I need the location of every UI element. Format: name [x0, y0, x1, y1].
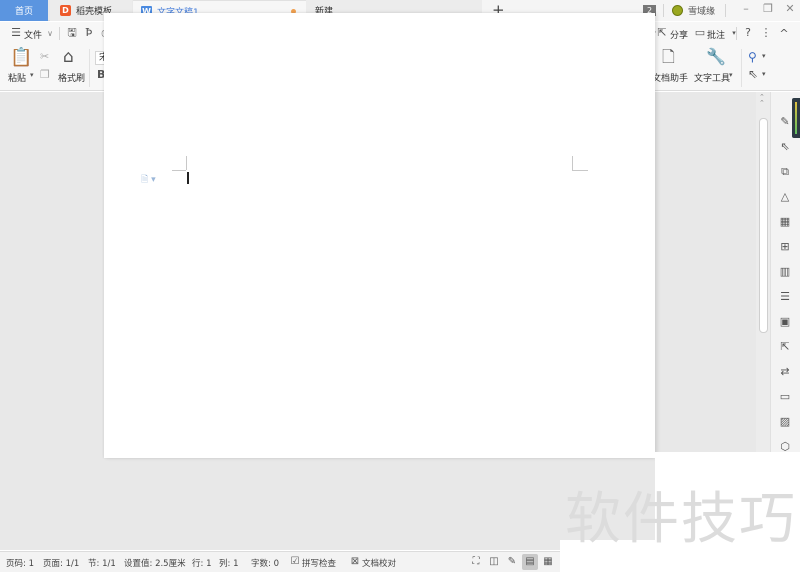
username[interactable]: 雪域缘	[688, 4, 715, 17]
close-button[interactable]: ✕	[782, 2, 798, 15]
daoke-icon: D	[60, 5, 71, 16]
doc-proof-button[interactable]: 文档校对	[362, 557, 396, 569]
divider	[89, 49, 90, 87]
spell-check-icon[interactable]: ☑	[288, 555, 302, 569]
minimize-button[interactable]: –	[738, 2, 754, 15]
collapse-ribbon-button[interactable]: ^	[777, 27, 791, 40]
comment-button[interactable]: 批注	[707, 28, 725, 41]
margin-mark	[572, 170, 588, 171]
wrench-icon[interactable]: 🔧	[706, 49, 726, 65]
share-icon[interactable]: ⇱	[655, 26, 669, 39]
tab-home[interactable]: 首页	[0, 0, 48, 21]
chevron-down-icon[interactable]: ▾	[727, 27, 741, 40]
margin-mark	[172, 170, 186, 171]
tab-home-label: 首页	[14, 7, 33, 17]
paste-button[interactable]: 粘贴	[8, 71, 26, 84]
picture-icon[interactable]: ▨	[778, 415, 792, 429]
margin-mark	[572, 156, 573, 170]
translate-icon[interactable]: ⇄	[778, 365, 792, 379]
shapes-icon[interactable]: ⧉	[778, 165, 792, 179]
export-pdf-icon[interactable]: Ꝥ	[82, 26, 96, 39]
text-tools-button[interactable]: 文字工具	[694, 71, 730, 84]
comment-icon[interactable]: ▭	[693, 26, 707, 39]
text-cursor	[187, 172, 189, 184]
table-icon[interactable]: ▦	[778, 215, 792, 229]
fullscreen-icon[interactable]: ⛶	[469, 555, 483, 569]
status-page[interactable]: 页面: 1/1	[43, 557, 79, 569]
archive-icon[interactable]: ▭	[778, 390, 792, 404]
settings-sliders-icon[interactable]: ☰	[778, 290, 792, 304]
doc-proof-icon[interactable]: ⊠	[348, 555, 362, 569]
chevron-down-icon[interactable]: ▾	[762, 53, 766, 60]
status-section[interactable]: 节: 1/1	[88, 557, 116, 569]
page-view-icon[interactable]: ▤	[522, 554, 538, 570]
reading-mode-icon[interactable]: ◫	[487, 555, 501, 569]
chevron-down-icon[interactable]: ▾	[729, 72, 733, 79]
doc-assistant-icon[interactable]: 🗋	[662, 49, 675, 65]
scrollbar-thumb[interactable]	[759, 118, 768, 333]
select-cursor-icon[interactable]: ⇖	[748, 68, 758, 80]
chevron-down-icon[interactable]: ▾	[762, 71, 766, 78]
chevron-down-icon[interactable]: ∨	[43, 27, 57, 40]
paste-icon[interactable]: 📋	[10, 49, 32, 67]
margin-mark	[186, 156, 187, 170]
apps-grid-icon[interactable]: ⊞	[778, 240, 792, 254]
hamburger-icon[interactable]: ☰	[9, 26, 23, 39]
pen-icon[interactable]: ✎	[778, 115, 792, 129]
chevron-down-icon[interactable]: ▾	[30, 72, 34, 79]
find-icon[interactable]: ⚲	[748, 51, 757, 63]
divider	[736, 27, 737, 40]
format-painter-icon[interactable]: ⌂	[63, 49, 74, 66]
select-arrow-icon[interactable]: ⇖	[778, 140, 792, 154]
divider	[663, 4, 664, 17]
doc-assistant-button[interactable]: 文档助手	[652, 71, 688, 84]
divider	[741, 49, 742, 87]
status-word-count[interactable]: 字数: 0	[251, 557, 279, 569]
file-menu[interactable]: 文件	[24, 28, 42, 41]
outline-view-icon[interactable]: ▦	[541, 555, 555, 569]
cut-icon[interactable]: ✂	[40, 51, 49, 62]
save-icon[interactable]: 🖫	[65, 26, 79, 39]
image-folder-icon[interactable]: ▣	[778, 315, 792, 329]
divider	[59, 27, 60, 40]
status-page-number[interactable]: 页码: 1	[6, 557, 34, 569]
divider	[725, 4, 726, 17]
status-row[interactable]: 行: 1	[192, 557, 211, 569]
chart-icon[interactable]: ▥	[778, 265, 792, 279]
copy-icon[interactable]: ❐	[40, 69, 50, 80]
status-setting-value[interactable]: 设置值: 2.5厘米	[124, 557, 186, 569]
restore-button[interactable]: ❐	[760, 2, 776, 15]
status-column[interactable]: 列: 1	[219, 557, 238, 569]
document-page[interactable]	[104, 13, 655, 458]
share-button[interactable]: 分享	[670, 28, 688, 41]
share-export-icon[interactable]: ⇱	[778, 340, 792, 354]
format-painter-button[interactable]: 格式刷	[58, 71, 85, 84]
scroll-up-icon[interactable]: ⌃ ⌃	[759, 94, 765, 107]
writing-mode-icon[interactable]: ✎	[505, 555, 519, 569]
spell-check-button[interactable]: 拼写检查	[302, 557, 336, 569]
paste-options-icon[interactable]: 🗎 ▾	[141, 172, 156, 188]
watermark-text: 软件技巧	[565, 487, 797, 552]
help-button[interactable]: ?	[741, 26, 755, 39]
avatar[interactable]	[672, 5, 683, 16]
style-icon[interactable]: △	[778, 190, 792, 204]
more-options-button[interactable]: ⋮	[759, 26, 773, 39]
performance-meter	[792, 98, 800, 138]
